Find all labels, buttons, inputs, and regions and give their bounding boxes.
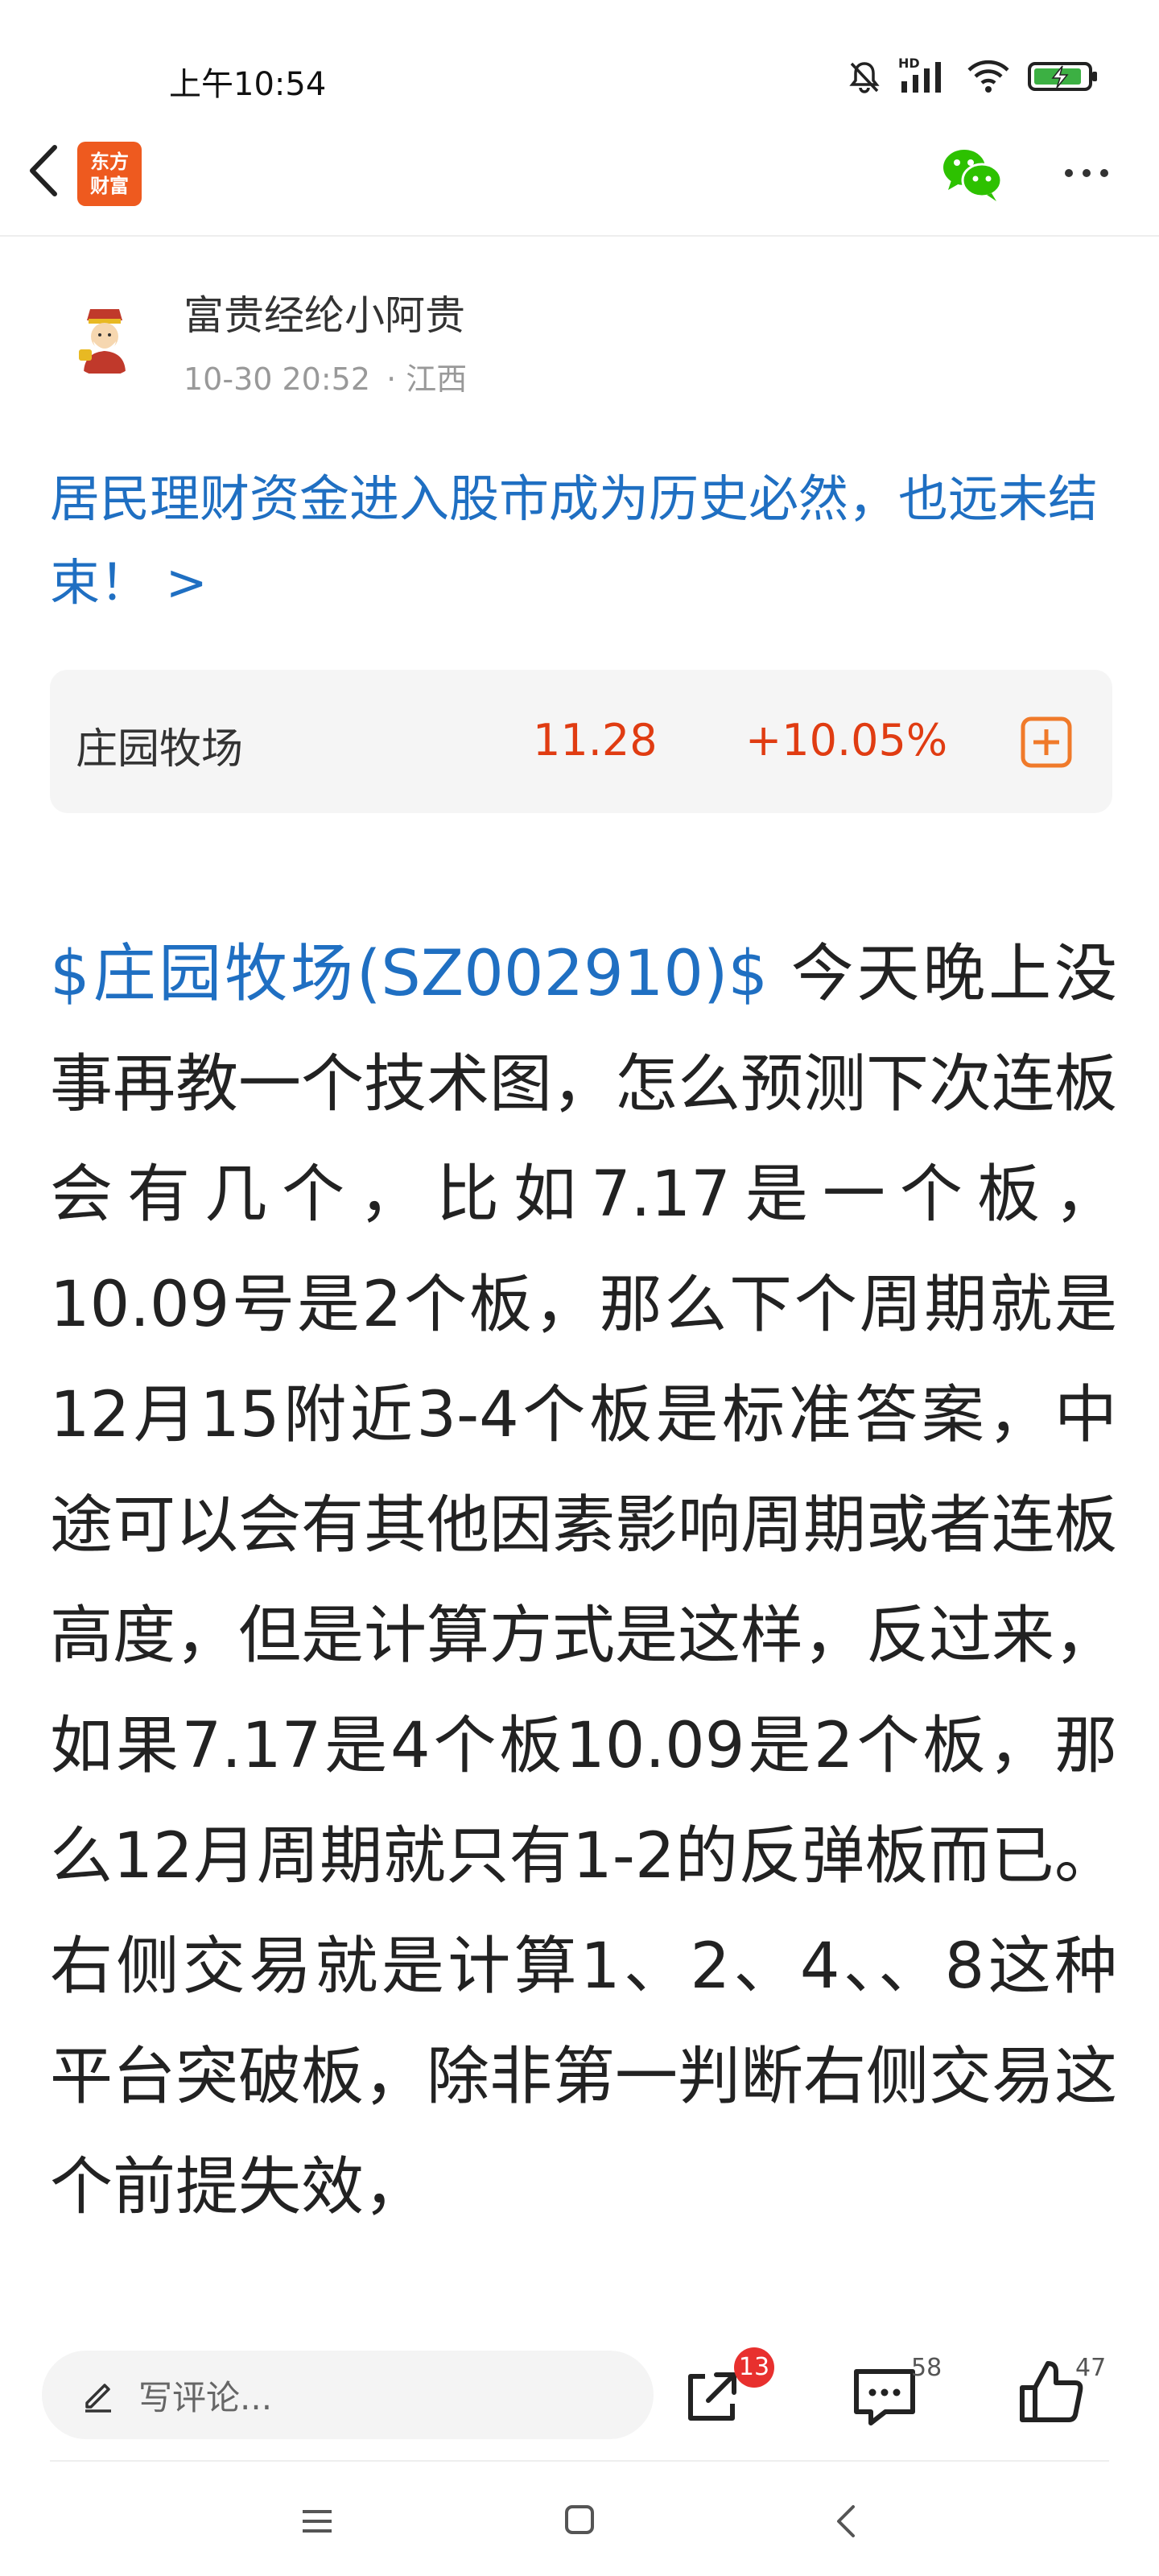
stock-name: 庄园牧场 <box>76 725 244 774</box>
post-body-text: 今天晚上没事再教一个技术图，怎么预测下次连板会有几个，比如7.17是一个板，10… <box>50 938 1118 2223</box>
signal-icon: HD <box>898 56 950 94</box>
stock-change-percent: +10.05% <box>745 715 948 766</box>
comment-icon[interactable] <box>848 2360 921 2433</box>
back-button[interactable] <box>19 138 68 203</box>
logo-text-line2: 财富 <box>90 175 129 197</box>
comment-input[interactable]: 写评论... <box>42 2351 654 2439</box>
wifi-icon <box>967 60 1009 93</box>
god-of-wealth-avatar-icon <box>64 296 145 377</box>
more-dot-icon <box>1083 169 1091 177</box>
stock-price: 11.28 <box>533 715 658 766</box>
logo-text-line1: 东方 <box>90 151 129 173</box>
post-body: $庄园牧场(SZ002910)$ 今天晚上没事再教一个技术图，怎么预测下次连板会… <box>50 919 1117 2243</box>
status-icons: HD <box>847 56 1099 97</box>
stock-quote-card[interactable]: 庄园牧场 11.28 +10.05% <box>50 670 1112 813</box>
app-logo[interactable]: 东方 财富 <box>77 142 142 206</box>
wechat-share-button[interactable] <box>940 145 1004 203</box>
home-icon[interactable] <box>563 2504 596 2536</box>
post-location: · 江西 <box>386 361 468 397</box>
post-meta: 10-30 20:52 · 江西 <box>184 354 467 398</box>
post-title-link[interactable]: 居民理财资金进入股市成为历史必然，也远未结束！ > <box>50 457 1120 625</box>
post-datetime: 10-30 20:52 <box>184 361 371 397</box>
status-time: 上午10:54 <box>169 66 327 103</box>
chevron-left-icon <box>30 145 57 196</box>
bottom-divider <box>50 2460 1109 2462</box>
battery-charging-icon <box>1028 62 1097 91</box>
share-count-badge: 13 <box>734 2347 774 2388</box>
comment-placeholder: 写评论... <box>138 2377 273 2417</box>
more-dot-icon <box>1100 169 1108 177</box>
wechat-icon <box>943 150 1003 201</box>
pencil-icon <box>85 2384 111 2413</box>
system-back-icon[interactable] <box>831 2502 863 2541</box>
header-divider <box>0 235 1159 237</box>
like-count: 47 <box>1075 2354 1107 2382</box>
add-watchlist-icon[interactable] <box>1021 716 1072 768</box>
author-avatar[interactable] <box>64 296 145 377</box>
author-name[interactable]: 富贵经纶小阿贵 <box>184 283 465 341</box>
more-dot-icon <box>1065 169 1073 177</box>
comment-count: 58 <box>911 2354 942 2382</box>
more-options-button[interactable] <box>1054 153 1119 193</box>
stock-tag-link[interactable]: $庄园牧场(SZ002910)$ <box>50 938 768 1010</box>
recent-apps-icon[interactable] <box>299 2504 335 2539</box>
mute-bell-icon <box>849 62 880 93</box>
